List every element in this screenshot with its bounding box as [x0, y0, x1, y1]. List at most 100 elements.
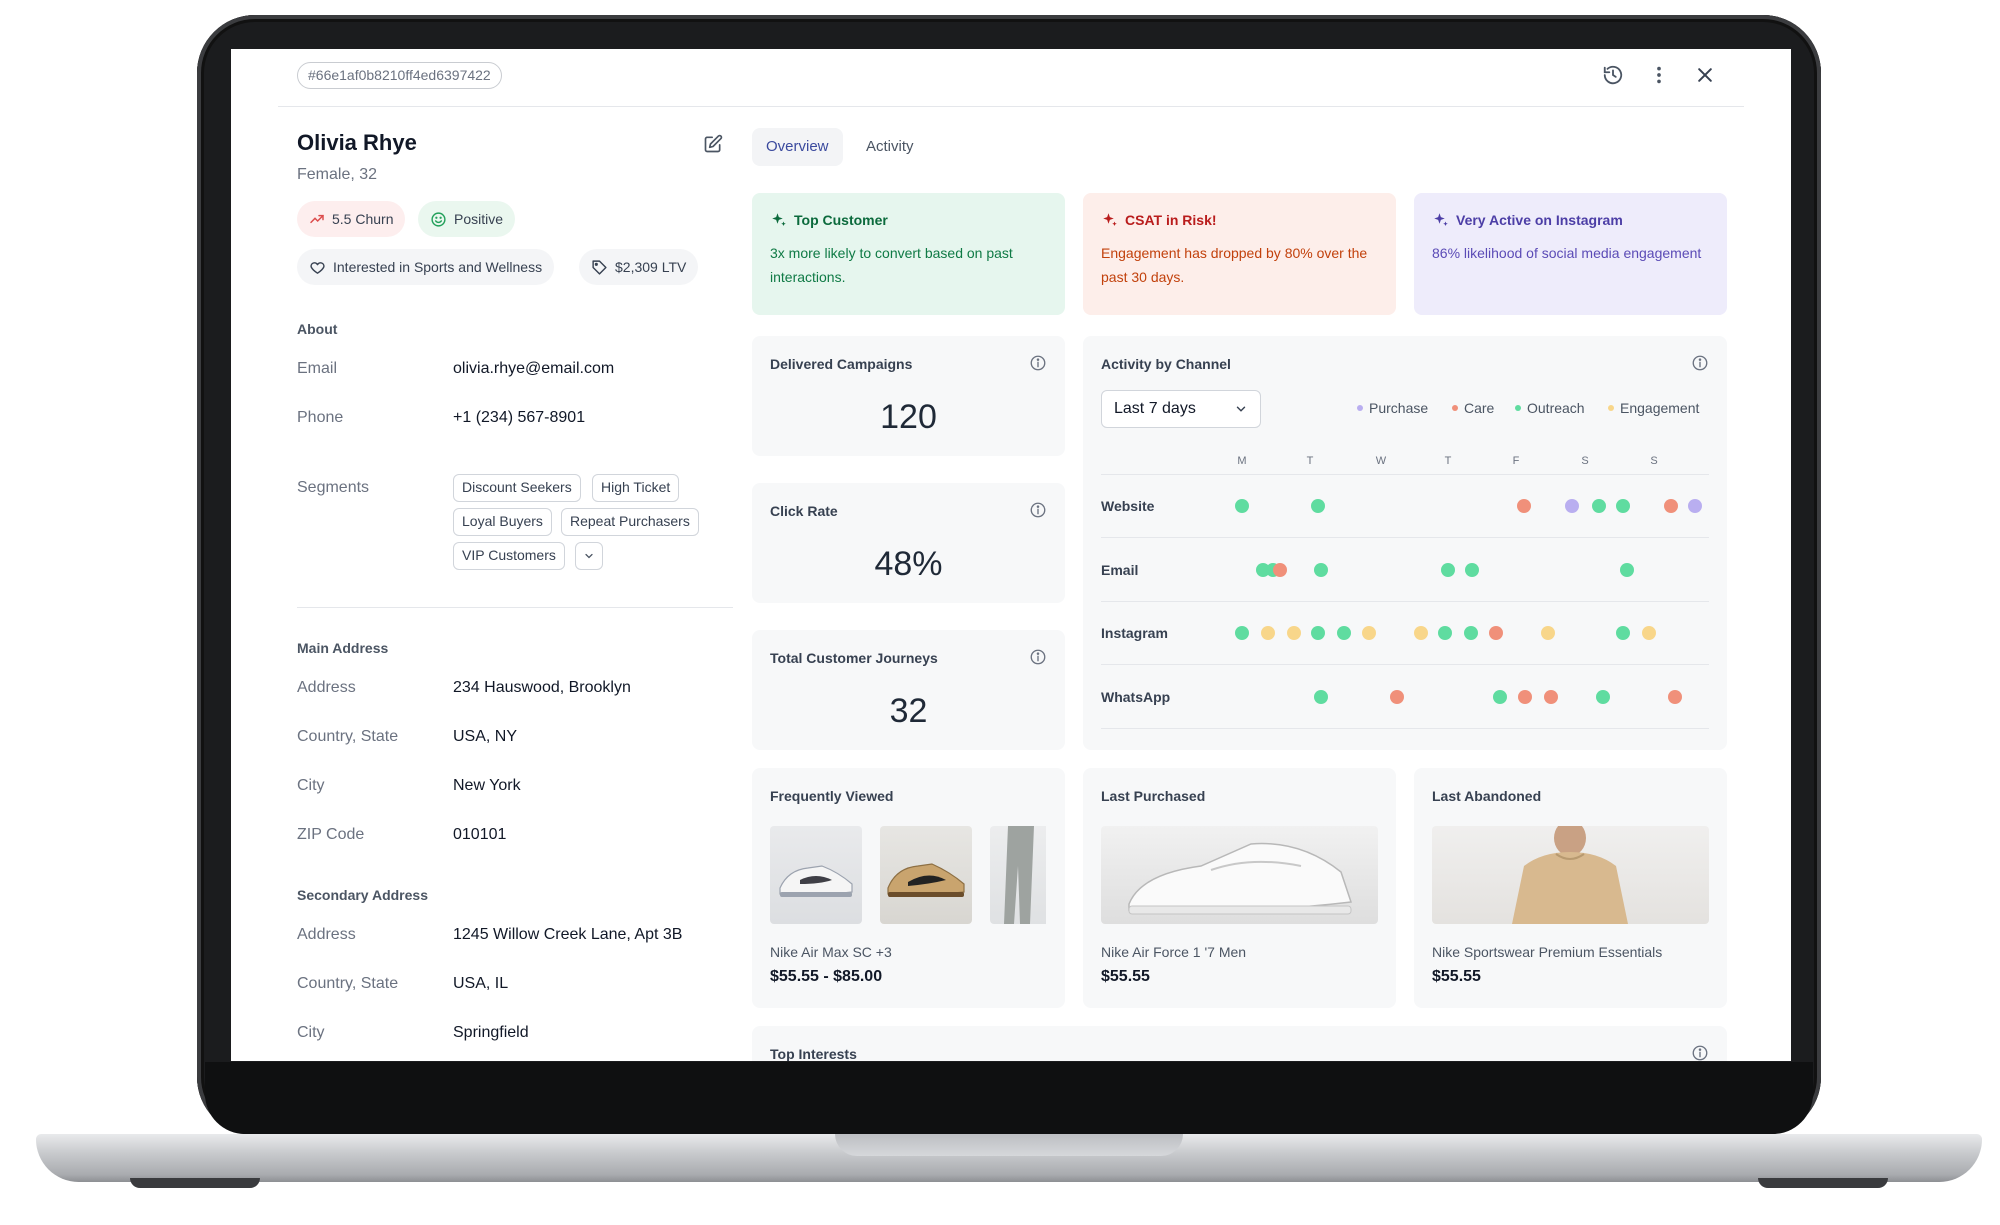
- product-thumbnail-sweatshirt[interactable]: [1432, 826, 1709, 924]
- segments-label: Segments: [297, 479, 370, 496]
- frequently-viewed-card[interactable]: Frequently Viewed Nike Air Max SC +3 $55…: [752, 768, 1065, 1008]
- info-icon[interactable]: [1029, 354, 1047, 377]
- activity-dot-outreach[interactable]: [1619, 563, 1634, 577]
- row-divider: [1101, 664, 1709, 665]
- activity-dot-engagement[interactable]: [1286, 626, 1301, 640]
- activity-dot-outreach[interactable]: [1595, 690, 1610, 704]
- metric-title: Click Rate: [770, 503, 838, 519]
- activity-dot-engagement[interactable]: [1261, 626, 1276, 640]
- legend-item-outreach: Outreach: [1515, 400, 1585, 416]
- activity-dot-engagement[interactable]: [1641, 626, 1656, 640]
- insight-card-instagram[interactable]: Very Active on Instagram 86% likelihood …: [1414, 193, 1727, 315]
- activity-dot-care[interactable]: [1272, 563, 1287, 577]
- channel-label-instagram: Instagram: [1101, 625, 1168, 641]
- secondary-address-label: Address: [297, 926, 356, 943]
- activity-dot-outreach[interactable]: [1314, 563, 1328, 577]
- secondary-address-heading: Secondary Address: [297, 887, 428, 903]
- activity-dot-care[interactable]: [1489, 626, 1504, 640]
- activity-dot-outreach[interactable]: [1616, 499, 1631, 513]
- product-thumbnail-air-force-1[interactable]: [1101, 826, 1378, 924]
- activity-dot-purchase[interactable]: [1688, 499, 1703, 513]
- legend-dot: [1608, 405, 1614, 411]
- activity-dot-care[interactable]: [1544, 690, 1559, 704]
- segment-tag[interactable]: VIP Customers: [453, 542, 565, 570]
- laptop-foot-left: [130, 1178, 260, 1188]
- record-id-badge[interactable]: #66e1af0b8210ff4ed6397422: [297, 62, 502, 89]
- activity-dot-outreach[interactable]: [1441, 563, 1456, 577]
- tab-activity[interactable]: Activity: [852, 128, 928, 166]
- activity-dot-care[interactable]: [1667, 690, 1682, 704]
- chevron-down-icon: [1236, 406, 1246, 412]
- insight-title: CSAT in Risk!: [1125, 212, 1217, 228]
- phone-label: Phone: [297, 409, 344, 426]
- activity-dot-outreach[interactable]: [1235, 499, 1249, 513]
- day-label: T: [1306, 455, 1314, 467]
- activity-dot-engagement[interactable]: [1413, 626, 1428, 640]
- activity-dot-outreach[interactable]: [1310, 626, 1325, 640]
- activity-dot-outreach[interactable]: [1616, 626, 1631, 640]
- row-divider: [1101, 537, 1709, 538]
- more-vertical-icon[interactable]: [1644, 60, 1674, 90]
- last-abandoned-card[interactable]: Last Abandoned Nike Sportswear Premium E…: [1414, 768, 1727, 1008]
- legend-dot: [1357, 405, 1363, 411]
- metric-card-delivered-campaigns: Delivered Campaigns 120: [752, 336, 1065, 456]
- segment-tag[interactable]: High Ticket: [592, 474, 680, 502]
- sparkle-icon: [1434, 213, 1448, 226]
- secondary-city-value: Springfield: [453, 1024, 529, 1041]
- product-name: Nike Air Force 1 '7 Men: [1101, 944, 1247, 960]
- activity-dot-outreach[interactable]: [1592, 499, 1607, 513]
- activity-dot-care[interactable]: [1389, 690, 1404, 704]
- info-icon[interactable]: [1691, 1044, 1709, 1061]
- day-label: S: [1581, 455, 1589, 467]
- segment-tag[interactable]: Loyal Buyers: [453, 508, 552, 536]
- activity-dot-outreach[interactable]: [1437, 626, 1452, 640]
- activity-dot-outreach[interactable]: [1336, 626, 1351, 640]
- activity-dot-outreach[interactable]: [1235, 626, 1249, 640]
- legend-dot: [1515, 405, 1521, 411]
- laptop-foot-right: [1758, 1178, 1888, 1188]
- activity-dot-outreach[interactable]: [1314, 690, 1328, 704]
- segment-tag[interactable]: Discount Seekers: [453, 474, 581, 502]
- channel-label-website: Website: [1101, 498, 1155, 514]
- activity-dot-care[interactable]: [1516, 499, 1531, 513]
- insight-card-top-customer[interactable]: Top Customer 3x more likely to convert b…: [752, 193, 1065, 315]
- product-thumbnail-pants[interactable]: [990, 826, 1046, 924]
- activity-dot-engagement[interactable]: [1362, 626, 1377, 640]
- close-icon[interactable]: [1690, 60, 1720, 90]
- activity-dot-care[interactable]: [1518, 690, 1533, 704]
- main-zip-label: ZIP Code: [297, 826, 365, 843]
- main-country-value: USA, NY: [453, 728, 518, 745]
- activity-dot-outreach[interactable]: [1310, 499, 1325, 513]
- sentiment-badge[interactable]: Positive: [418, 201, 516, 237]
- laptop-hinge-notch: [835, 1134, 1183, 1156]
- ltv-badge[interactable]: $2,309 LTV: [579, 249, 699, 285]
- product-thumbnail-shoe-2[interactable]: [880, 826, 972, 924]
- phone-value[interactable]: +1 (234) 567-8901: [453, 409, 585, 427]
- date-range-select[interactable]: Last 7 days: [1101, 390, 1261, 428]
- activity-dot-engagement[interactable]: [1540, 626, 1555, 640]
- activity-dot-purchase[interactable]: [1564, 499, 1579, 513]
- insight-card-csat-risk[interactable]: CSAT in Risk! Engagement has dropped by …: [1083, 193, 1396, 315]
- info-icon[interactable]: [1029, 501, 1047, 524]
- product-thumbnail-shoe-1[interactable]: [770, 826, 862, 924]
- history-icon[interactable]: [1598, 60, 1628, 90]
- expand-segments-button[interactable]: [575, 542, 603, 570]
- edit-icon[interactable]: [703, 134, 723, 159]
- app-screen: #66e1af0b8210ff4ed6397422 Olivia Rhye Fe…: [231, 49, 1791, 1061]
- interest-badge[interactable]: Interested in Sports and Wellness: [297, 249, 555, 285]
- churn-badge[interactable]: 5.5 Churn: [297, 201, 406, 237]
- activity-dot-outreach[interactable]: [1492, 690, 1507, 704]
- segment-tag[interactable]: Repeat Purchasers: [561, 508, 699, 536]
- last-purchased-card[interactable]: Last Purchased Nike Air Force 1 '7 Men $…: [1083, 768, 1396, 1008]
- metric-value: 48%: [874, 545, 943, 583]
- info-icon[interactable]: [1029, 648, 1047, 671]
- activity-dot-outreach[interactable]: [1463, 626, 1478, 640]
- info-icon[interactable]: [1691, 354, 1709, 377]
- activity-dot-care[interactable]: [1664, 499, 1679, 513]
- trend-up-icon: [310, 214, 324, 224]
- tab-overview[interactable]: Overview: [752, 128, 843, 166]
- email-value[interactable]: olivia.rhye@email.com: [453, 360, 614, 378]
- day-label: M: [1237, 455, 1247, 467]
- activity-dot-outreach[interactable]: [1465, 563, 1480, 577]
- activity-title: Activity by Channel: [1101, 356, 1231, 372]
